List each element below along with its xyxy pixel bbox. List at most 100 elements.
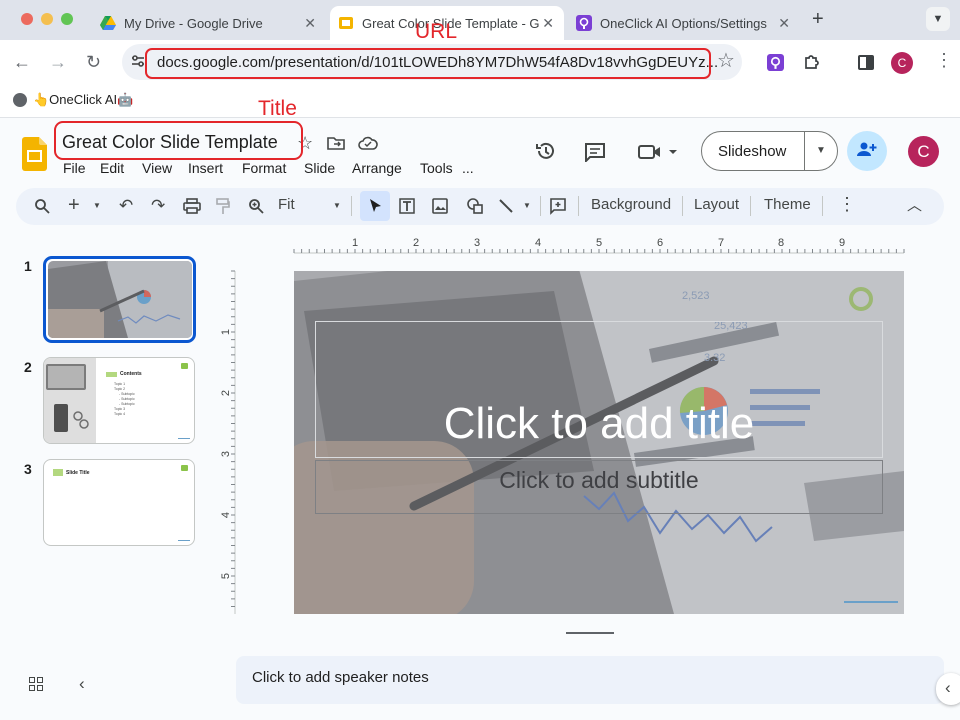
ruler-number: 2 <box>220 390 232 396</box>
close-tab-icon[interactable]: ✕ <box>542 15 554 32</box>
slide-2-logo <box>181 363 188 369</box>
slide-1-preview <box>48 261 192 338</box>
close-tab-icon[interactable]: ✕ <box>778 15 790 32</box>
slide-3-logo <box>181 465 188 471</box>
menu-insert[interactable]: Insert <box>188 160 223 176</box>
svg-text:2,523: 2,523 <box>682 290 710 302</box>
add-comment-icon[interactable] <box>549 197 567 220</box>
comments-icon[interactable] <box>584 142 606 167</box>
layout-button[interactable]: Layout <box>694 196 739 213</box>
insert-image-icon[interactable] <box>432 198 448 219</box>
notes-resize-handle[interactable] <box>566 632 614 634</box>
new-slide-icon[interactable]: + <box>68 194 80 217</box>
ruler-number: 1 <box>220 329 232 335</box>
speaker-notes-placeholder: Click to add speaker notes <box>252 669 429 686</box>
cursor-icon <box>370 199 381 212</box>
menu-view[interactable]: View <box>142 160 172 176</box>
reload-icon[interactable]: ↻ <box>86 52 101 72</box>
chevron-left-icon: ‹ <box>945 678 951 697</box>
back-arrow-icon[interactable]: ← <box>13 52 31 72</box>
add-person-icon <box>857 141 877 162</box>
slideshow-dropdown-icon[interactable]: ▼ <box>816 145 826 156</box>
oneclick-extension-icon[interactable] <box>767 54 784 76</box>
maximize-window-button[interactable] <box>61 13 73 25</box>
google-slides-logo[interactable] <box>22 137 47 176</box>
ruler-number: 3 <box>220 451 232 457</box>
forward-arrow-icon[interactable]: → <box>49 52 67 72</box>
ruler-number: 9 <box>839 237 845 249</box>
slide-number: 2 <box>24 359 32 375</box>
ruler-number: 1 <box>352 237 358 249</box>
site-settings-icon[interactable] <box>130 53 146 74</box>
slide-2-topic-list: Topic 1 Topic 2 - Subtopic - Subtopic - … <box>114 382 135 417</box>
browser-menu-icon[interactable]: ⋮ <box>935 50 953 70</box>
new-tab-button[interactable]: + <box>812 8 824 31</box>
bookmarks-bar: 👆OneClick AI🤖 <box>0 84 960 118</box>
menu-file[interactable]: File <box>63 160 86 176</box>
horizontal-ruler: 1 2 3 4 5 6 7 8 9 <box>293 237 905 254</box>
account-avatar[interactable]: C <box>908 136 939 167</box>
menu-format[interactable]: Format <box>242 160 286 176</box>
extensions-puzzle-icon[interactable] <box>803 53 821 76</box>
slide-3-heading: Slide Title <box>66 470 90 476</box>
zoom-icon[interactable] <box>248 198 264 219</box>
footer-line <box>178 438 190 439</box>
slide-canvas[interactable]: 2,523 25,423 3.32 Click to add title Click… <box>294 271 904 614</box>
title-highlight-box <box>54 121 303 160</box>
collapse-toolbar-icon[interactable]: ︿ <box>907 194 922 215</box>
laptop-photo <box>44 358 96 443</box>
version-history-icon[interactable] <box>535 140 557 167</box>
line-icon[interactable] <box>498 198 514 219</box>
browser-tab-oneclick[interactable]: OneClick AI Options/Settings ✕ <box>568 6 804 40</box>
menu-tools[interactable]: Tools <box>420 160 453 176</box>
slideshow-button[interactable]: Slideshow ▼ <box>701 131 838 171</box>
search-menus-icon[interactable] <box>34 198 50 219</box>
slide-thumbnail-3[interactable]: Slide Title <box>43 459 195 546</box>
meet-camera-icon[interactable] <box>638 144 682 165</box>
menu-arrange[interactable]: Arrange <box>352 160 402 176</box>
oneclick-ai-icon <box>576 15 592 31</box>
share-button[interactable] <box>847 131 887 171</box>
move-folder-icon[interactable] <box>327 136 345 155</box>
browser-tab-drive[interactable]: My Drive - Google Drive ✕ <box>92 6 328 40</box>
speaker-notes-panel[interactable]: Click to add speaker notes <box>236 656 944 704</box>
print-icon[interactable] <box>183 198 201 219</box>
redo-icon[interactable]: ↷ <box>151 196 165 216</box>
menu-more[interactable]: ... <box>462 160 474 176</box>
cloud-saved-icon[interactable] <box>358 136 378 155</box>
close-window-button[interactable] <box>21 13 33 25</box>
bookmark-star-icon[interactable]: ☆ <box>717 51 735 71</box>
zoom-select[interactable]: Fit <box>278 196 295 213</box>
menu-edit[interactable]: Edit <box>100 160 124 176</box>
new-slide-dropdown-icon[interactable]: ▼ <box>93 201 101 210</box>
collapse-filmstrip-icon[interactable]: ‹ <box>79 674 85 694</box>
text-box-icon[interactable] <box>398 197 416 220</box>
more-options-icon[interactable]: ⋮ <box>838 194 856 215</box>
zoom-dropdown-icon[interactable]: ▼ <box>333 201 341 210</box>
close-tab-icon[interactable]: ✕ <box>304 15 316 32</box>
undo-icon[interactable]: ↶ <box>119 196 133 216</box>
slide-thumbnail-1[interactable] <box>43 256 196 343</box>
slide-thumbnail-2[interactable]: Contents Topic 1 Topic 2 - Subtopic - Su… <box>43 357 195 444</box>
background-button[interactable]: Background <box>591 196 671 213</box>
bookmark-oneclick-ai[interactable]: 👆OneClick AI🤖 <box>33 92 133 108</box>
theme-button[interactable]: Theme <box>764 196 811 213</box>
tab-search-button[interactable]: ▼ <box>926 7 950 31</box>
side-panel-toggle-button[interactable]: ‹ <box>936 673 960 705</box>
shape-icon[interactable] <box>466 197 484 220</box>
side-panel-icon[interactable] <box>858 55 874 70</box>
line-dropdown-icon[interactable]: ▼ <box>523 201 531 210</box>
slide-2-heading: Contents <box>120 371 142 377</box>
grid-view-icon[interactable] <box>29 677 43 696</box>
chevron-down-icon: ▼ <box>932 13 944 25</box>
minimize-window-button[interactable] <box>41 13 53 25</box>
profile-avatar[interactable]: C <box>891 52 913 74</box>
contents-arrow-shape <box>106 372 117 377</box>
select-tool-button[interactable] <box>360 191 390 221</box>
menu-slide[interactable]: Slide <box>304 160 335 176</box>
tab-title: OneClick AI Options/Settings <box>600 15 767 31</box>
browser-tab-strip: My Drive - Google Drive ✕ Great Color Sl… <box>0 0 960 40</box>
footer-line <box>178 540 190 541</box>
ruler-number: 2 <box>413 237 419 249</box>
paint-format-icon[interactable] <box>216 198 230 220</box>
